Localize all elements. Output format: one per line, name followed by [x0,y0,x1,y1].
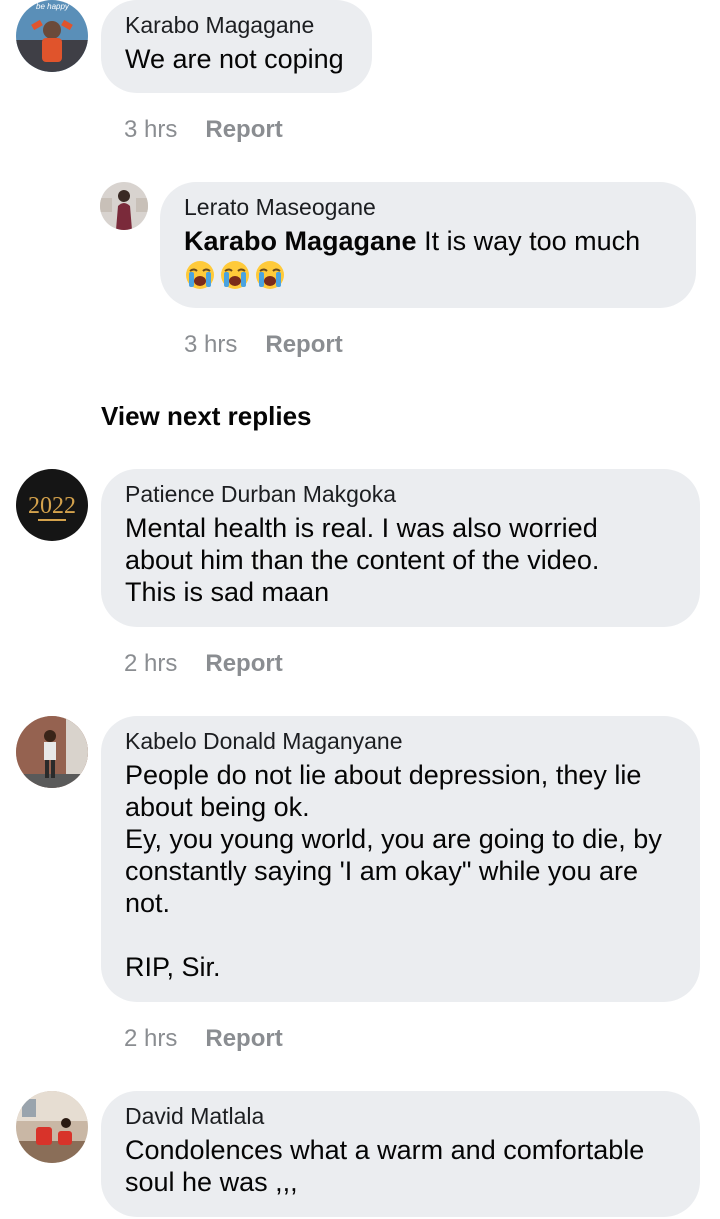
loudly-crying-face-icon [186,261,214,289]
reply-bubble: Lerato Maseogane Karabo Magagane It is w… [160,182,696,308]
comment-bubble: David Matlala Condolences what a warm an… [101,1091,700,1217]
mention-link[interactable]: Karabo Magagane [184,226,417,256]
comment-text: People do not lie about depression, they… [125,760,662,982]
avatar[interactable]: 2022 [16,469,88,541]
report-button[interactable]: Report [205,116,282,143]
loudly-crying-face-icon [221,261,249,289]
comment-text: Mental health is real. I was also worrie… [125,513,600,607]
comment-meta: 3 hrs Report [124,115,283,145]
comment-text: We are not coping [125,44,344,74]
avatar-caption: be happy [36,2,69,11]
comment-timestamp[interactable]: 2 hrs [124,1025,177,1052]
comment-text-line: Karabo Magagane It is way too much [184,225,672,257]
comment-author[interactable]: Lerato Maseogane [184,192,672,222]
comment-author[interactable]: Patience Durban Makgoka [125,479,676,509]
loudly-crying-face-icon [256,261,284,289]
avatar[interactable]: be happy [16,0,88,72]
view-next-replies-link[interactable]: View next replies [101,401,312,432]
comment-text: Condolences what a warm and comfortable … [125,1135,645,1197]
comment-author[interactable]: David Matlala [125,1101,676,1131]
report-button[interactable]: Report [265,331,342,358]
profile-photo-icon [16,1091,88,1163]
avatar[interactable] [100,182,148,230]
comment-meta: 3 hrs Report [184,330,343,360]
avatar-year-text: 2022 [28,493,76,519]
comment-author[interactable]: Karabo Magagane [125,10,348,40]
avatar[interactable] [16,716,88,788]
comment-text: It is way too much [424,226,641,256]
avatar[interactable] [16,1091,88,1163]
comment-author[interactable]: Kabelo Donald Maganyane [125,726,676,756]
comment-bubble: Kabelo Donald Maganyane People do not li… [101,716,700,1002]
comment-bubble: Karabo Magagane We are not coping [101,0,372,93]
comment-timestamp[interactable]: 3 hrs [124,116,177,143]
profile-photo-icon [100,182,148,230]
profile-photo-icon: 2022 [16,469,88,541]
comment-meta: 2 hrs Report [124,649,283,679]
comment-bubble: Patience Durban Makgoka Mental health is… [101,469,700,627]
emoji-row [184,259,672,291]
report-button[interactable]: Report [205,650,282,677]
comment-meta: 2 hrs Report [124,1024,283,1054]
profile-photo-icon [16,716,88,788]
comment-timestamp[interactable]: 2 hrs [124,650,177,677]
report-button[interactable]: Report [205,1025,282,1052]
comment-timestamp[interactable]: 3 hrs [184,331,237,358]
